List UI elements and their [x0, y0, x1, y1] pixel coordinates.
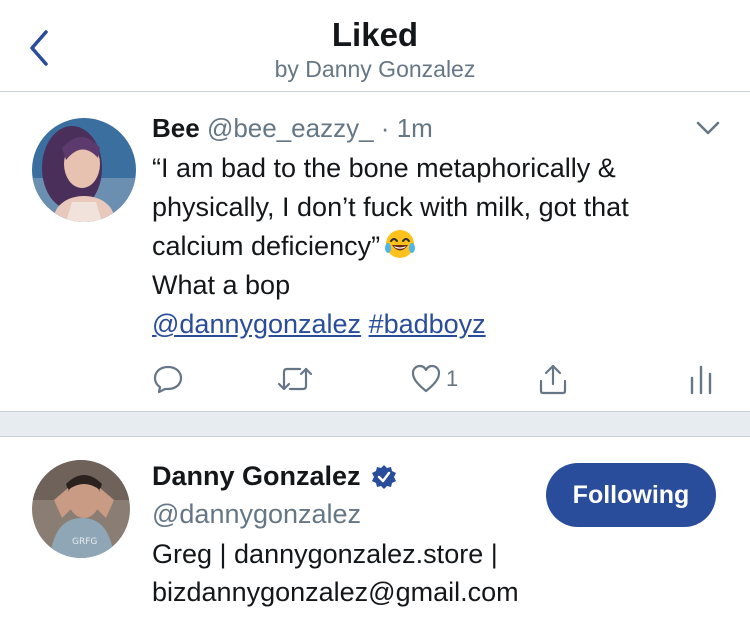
tweet-actions: 1	[0, 361, 750, 401]
heart-icon	[411, 364, 441, 393]
tweet-text-line: physically, I don’t fuck with milk, got …	[152, 192, 629, 222]
user-name-row: Danny Gonzalez	[152, 461, 397, 492]
page-subtitle: by Danny Gonzalez	[274, 56, 476, 82]
retweet-icon	[277, 367, 313, 391]
user-avatar[interactable]: GRFG	[32, 460, 130, 558]
reply-button[interactable]	[152, 361, 184, 397]
avatar-photo: GRFG	[32, 460, 130, 558]
like-button[interactable]: 1	[410, 361, 458, 397]
tweet-author-handle[interactable]: @bee_eazzy_	[207, 113, 374, 143]
page-title: Liked	[331, 16, 419, 53]
analytics-icon	[690, 365, 712, 395]
tweet-timestamp: 1m	[396, 113, 433, 143]
tweet-text-segment: calcium deficiency”	[152, 231, 381, 261]
analytics-button[interactable]	[688, 361, 714, 397]
mention-link[interactable]: @dannygonzalez	[152, 309, 361, 339]
verified-badge-icon	[371, 464, 396, 489]
nav-header: Liked by Danny Gonzalez	[0, 0, 750, 92]
user-bio-line: bizdannygonzalez@gmail.com	[152, 577, 519, 607]
share-icon	[539, 364, 567, 395]
tweet-links: @dannygonzalez #badboyz	[152, 305, 732, 344]
tweet-header: Bee @bee_eazzy_ · 1m	[152, 113, 433, 144]
tweet-author-name[interactable]: Bee	[152, 113, 200, 143]
tweet-dot-separator: ·	[380, 113, 390, 143]
like-count: 1	[446, 366, 459, 391]
tweet-text: “I am bad to the bone metaphorically & p…	[152, 149, 732, 344]
user-display-name[interactable]: Danny Gonzalez	[152, 461, 361, 492]
section-divider	[0, 411, 750, 437]
following-button[interactable]: Following	[546, 463, 716, 527]
tears-of-joy-emoji-icon	[385, 230, 416, 258]
svg-text:GRFG: GRFG	[72, 537, 97, 547]
user-bio: Greg | dannygonzalez.store | bizdannygon…	[152, 535, 672, 611]
share-button[interactable]	[536, 361, 570, 397]
user-handle: @dannygonzalez	[152, 499, 362, 529]
retweet-button[interactable]	[276, 361, 314, 397]
chevron-down-icon[interactable]	[694, 119, 722, 139]
user-bio-line: Greg | dannygonzalez.store |	[152, 539, 498, 569]
tweet-comment: What a bop	[152, 270, 291, 300]
tweet-text-line: calcium deficiency”	[152, 227, 732, 266]
tweet-author-avatar[interactable]	[32, 118, 136, 222]
hashtag-link[interactable]: #badboyz	[369, 309, 486, 339]
reply-icon	[153, 365, 183, 394]
tweet-text-line: “I am bad to the bone metaphorically &	[152, 153, 616, 183]
avatar-photo	[32, 118, 136, 222]
